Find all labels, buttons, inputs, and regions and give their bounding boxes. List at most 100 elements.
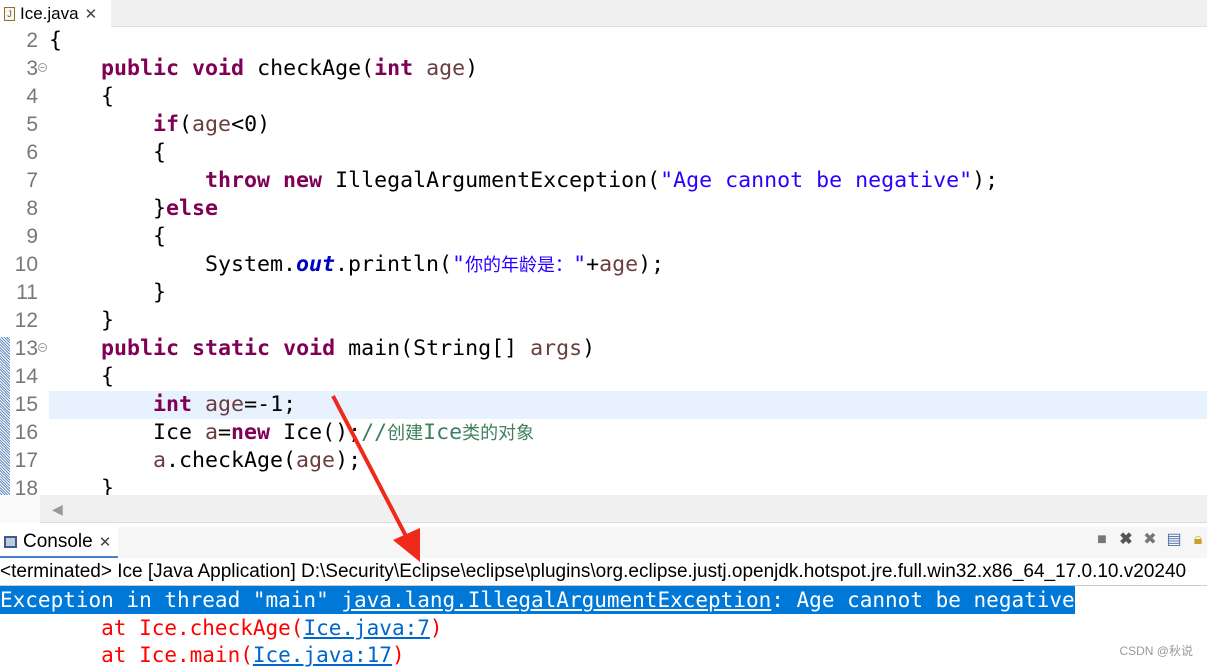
code-token: ) — [465, 56, 479, 81]
code-token: ); — [335, 448, 362, 473]
line-number: 4 — [26, 85, 38, 108]
code-token: throw — [205, 168, 271, 193]
code-token: age — [192, 112, 232, 137]
code-token: { — [49, 28, 63, 53]
code-text: a.checkAge(age); — [49, 447, 1207, 475]
code-token: new — [231, 420, 271, 445]
code-text: }else — [49, 195, 1207, 223]
code-line[interactable]: 6 { — [0, 139, 1207, 167]
exception-prefix: Exception in thread "main" — [0, 588, 342, 612]
code-line[interactable]: 9 { — [0, 223, 1207, 251]
console-exception-line[interactable]: Exception in thread "main" java.lang.Ill… — [0, 586, 1075, 614]
console-tab-bar: Console ✕ ■ ✖ ✖ ▤ 🔒︎ — [0, 527, 1207, 558]
code-token: main(String[] — [335, 336, 531, 361]
code-line[interactable]: 12 } — [0, 307, 1207, 335]
exception-class-link[interactable]: java.lang.IllegalArgumentException — [341, 588, 771, 612]
code-token: new — [283, 168, 323, 193]
code-token: void — [192, 56, 245, 81]
terminate-icon[interactable]: ■ — [1093, 531, 1111, 549]
code-token: = — [218, 420, 232, 445]
code-token: a — [153, 448, 167, 473]
clear-console-icon[interactable]: ▤ — [1165, 531, 1183, 549]
code-line[interactable]: 2{ — [0, 27, 1207, 55]
code-token: System. — [49, 252, 297, 277]
code-token: " — [573, 252, 587, 277]
code-editor[interactable]: 2{3− public void checkAge(int age) 4 {5 i… — [0, 27, 1207, 495]
code-line[interactable]: 16 Ice a=new Ice();//创建Ice类的对象 — [0, 419, 1207, 447]
code-text: throw new IllegalArgumentException("Age … — [49, 167, 1207, 195]
tab-ice-java[interactable]: J Ice.java ✕ — [0, 0, 111, 27]
code-token: " — [452, 252, 466, 277]
fold-collapse-icon[interactable]: − — [38, 343, 47, 352]
close-tab-icon[interactable]: ✕ — [85, 5, 98, 23]
stack-trace-line: at Ice.main(Ice.java:17) — [0, 641, 404, 669]
code-token: "Age cannot be negative" — [660, 168, 973, 193]
code-line[interactable]: 5 if(age<0) — [0, 111, 1207, 139]
code-token: age — [599, 252, 639, 277]
line-number: 5 — [26, 113, 38, 136]
code-text: } — [49, 475, 1207, 495]
trace-link[interactable]: Ice.java:7 — [303, 616, 429, 640]
code-token: int — [153, 392, 193, 417]
code-token: int — [374, 56, 414, 81]
tab-title: Ice.java — [20, 3, 79, 23]
code-line[interactable]: 10 System.out.println("你的年龄是："+age); — [0, 251, 1207, 279]
code-token: + — [586, 252, 600, 277]
code-token: } — [49, 196, 167, 221]
code-token: static — [192, 336, 271, 361]
code-token: .println( — [335, 252, 453, 277]
line-number: 2 — [26, 29, 38, 52]
trace-text: at Ice.main( — [0, 643, 253, 667]
code-line[interactable]: 17 a.checkAge(age); — [0, 447, 1207, 475]
line-number: 7 — [26, 169, 38, 192]
code-token: ( — [179, 112, 193, 137]
code-line[interactable]: 4 { — [0, 83, 1207, 111]
line-number: 10 — [14, 253, 38, 276]
code-line[interactable]: 14 { — [0, 363, 1207, 391]
editor-tab-bar: J Ice.java ✕ — [0, 0, 1207, 27]
code-line[interactable]: 3− public void checkAge(int age) — [0, 55, 1207, 83]
stack-trace-line: at Ice.checkAge(Ice.java:7) — [0, 614, 443, 642]
remove-all-terminated-icon[interactable]: ✖ — [1141, 531, 1159, 549]
close-console-icon[interactable]: ✕ — [99, 533, 112, 551]
code-text: } — [49, 279, 1207, 307]
trace-end: ) — [429, 616, 443, 640]
code-token: 类的对象 — [462, 423, 535, 444]
code-token: public — [101, 336, 180, 361]
code-line[interactable]: 18 } — [0, 475, 1207, 495]
code-token: { — [49, 364, 115, 389]
code-line[interactable]: 13− public static void main(String[] arg… — [0, 335, 1207, 363]
code-token: a — [205, 420, 219, 445]
remove-launch-icon[interactable]: ✖ — [1117, 531, 1135, 549]
line-number: 9 — [26, 225, 38, 248]
change-marker — [0, 337, 10, 365]
code-token: void — [283, 336, 336, 361]
code-token: args — [530, 336, 583, 361]
scroll-lock-icon[interactable]: 🔒︎ — [1189, 531, 1207, 549]
code-token: ) — [582, 336, 596, 361]
code-line[interactable]: 11 } — [0, 279, 1207, 307]
code-token: age — [205, 392, 245, 417]
exception-message: : Age cannot be negative — [771, 588, 1075, 612]
tab-console[interactable]: Console ✕ — [0, 527, 118, 558]
trace-text: at Ice.checkAge( — [0, 616, 304, 640]
code-text: { — [49, 139, 1207, 167]
trace-link[interactable]: Ice.java:17 — [253, 643, 392, 667]
code-token: 你的年龄是： — [465, 255, 574, 276]
code-line[interactable]: 7 throw new IllegalArgumentException("Ag… — [0, 167, 1207, 195]
scroll-left-icon[interactable]: ◀ — [52, 501, 63, 518]
code-token: Ice — [49, 420, 206, 445]
code-line[interactable]: 8 }else — [0, 195, 1207, 223]
code-token: checkAge( — [244, 56, 375, 81]
code-token: age — [426, 56, 466, 81]
fold-collapse-icon[interactable]: − — [38, 63, 47, 72]
line-number: 12 — [14, 309, 38, 332]
code-token: if — [153, 112, 180, 137]
code-line[interactable]: 15 int age=-1; — [0, 391, 1207, 419]
horizontal-scrollbar[interactable]: ◀ — [0, 495, 1207, 523]
